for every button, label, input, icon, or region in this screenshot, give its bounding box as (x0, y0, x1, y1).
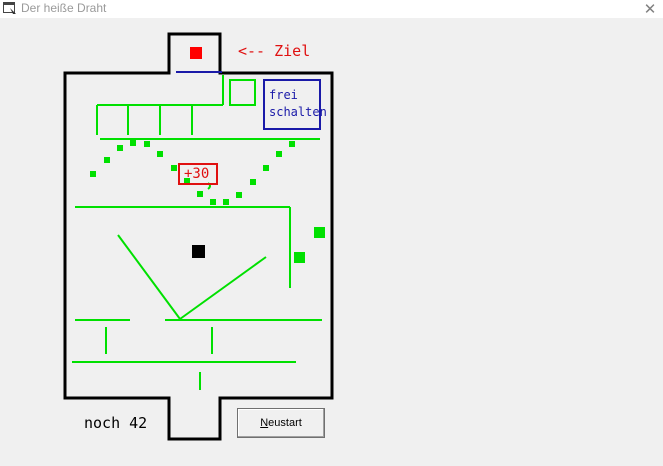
bonus-item[interactable]: +30 (178, 163, 218, 185)
dot (250, 179, 256, 185)
dot (104, 157, 110, 163)
wire (117, 234, 181, 320)
goal-label: <-- Ziel (238, 42, 311, 60)
remaining-counter: noch 42 (84, 414, 148, 432)
restart-button-accel: N (260, 417, 269, 429)
dot (263, 165, 269, 171)
unlock-label-line2: schalten (269, 105, 327, 119)
unlock-button[interactable]: frei schalten (263, 79, 327, 130)
game-board (63, 32, 334, 441)
dot (210, 199, 216, 205)
dot (197, 191, 203, 197)
player-marker (192, 245, 205, 258)
dot (276, 151, 282, 157)
restart-button-label: eustart (268, 417, 302, 429)
dot (117, 145, 123, 151)
unlock-label-line1: frei (269, 88, 298, 102)
dot (171, 165, 177, 171)
dot (144, 141, 150, 147)
moving-block (314, 227, 325, 238)
dot (236, 192, 242, 198)
restart-button[interactable]: Neustart (237, 408, 325, 438)
moving-block (294, 252, 305, 263)
bottom-pocket (167, 396, 222, 441)
dot (289, 141, 295, 147)
goal-marker (190, 47, 202, 59)
dot (223, 199, 229, 205)
wire-box (229, 79, 256, 106)
dot (90, 171, 96, 177)
wire (179, 256, 267, 320)
dot (157, 151, 163, 157)
dot (130, 140, 136, 146)
